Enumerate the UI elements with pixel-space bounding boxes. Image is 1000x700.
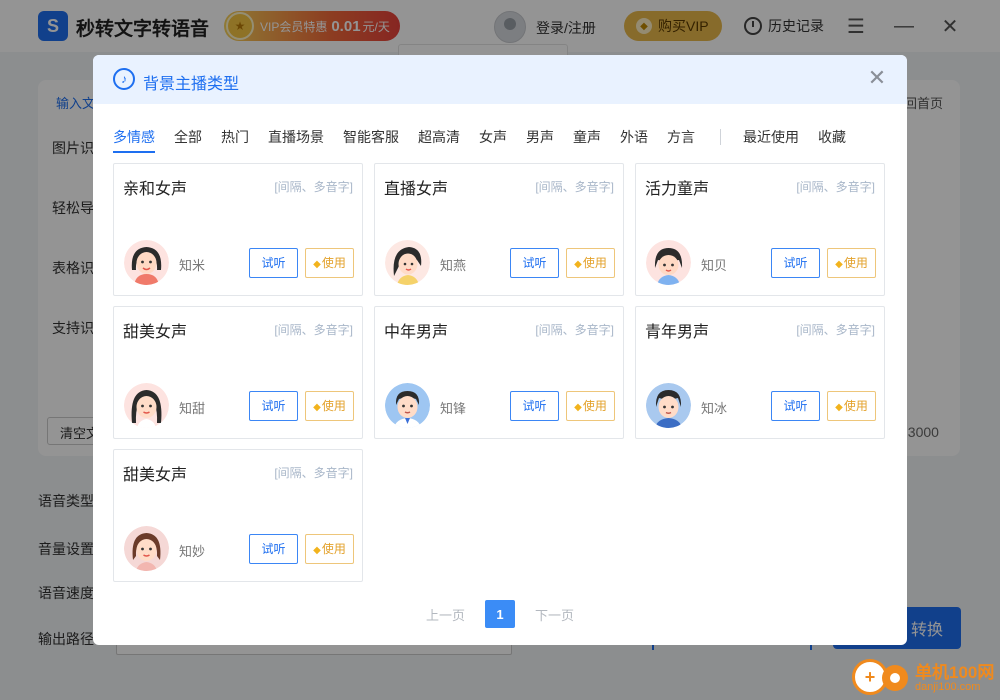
tab-live-scene[interactable]: 直播场景 xyxy=(268,127,324,153)
listen-button[interactable]: 试听 xyxy=(771,391,820,421)
tab-female[interactable]: 女声 xyxy=(479,127,507,153)
close-icon[interactable]: ✕ xyxy=(865,66,889,90)
prev-page-button[interactable]: 上一页 xyxy=(426,605,465,624)
tab-foreign[interactable]: 外语 xyxy=(620,127,648,153)
diamond-icon: ◆ xyxy=(835,402,843,413)
voice-card-title: 甜美女声 xyxy=(123,467,188,484)
voice-card-title: 亲和女声 xyxy=(123,181,188,198)
tab-smart-service[interactable]: 智能客服 xyxy=(343,127,399,153)
voice-name: 知甜 xyxy=(179,401,206,416)
listen-button[interactable]: 试听 xyxy=(510,391,559,421)
listen-button[interactable]: 试听 xyxy=(249,248,298,278)
listen-button[interactable]: 试听 xyxy=(249,391,298,421)
use-button[interactable]: ◆使用 xyxy=(827,248,876,278)
use-label: 使用 xyxy=(321,399,346,413)
next-page-button[interactable]: 下一页 xyxy=(535,605,574,624)
voice-card-tags: [间隔、多音字] xyxy=(274,323,353,337)
female-avatar-icon xyxy=(124,526,169,571)
use-button[interactable]: ◆使用 xyxy=(566,391,615,421)
use-label: 使用 xyxy=(321,542,346,556)
music-note-icon: ♪ xyxy=(113,68,135,90)
listen-button[interactable]: 试听 xyxy=(249,534,298,564)
voice-name: 知贝 xyxy=(701,258,728,273)
voice-card[interactable]: 青年男声 [间隔、多音字] 知冰 试听 ◆使用 xyxy=(635,306,885,439)
use-button[interactable]: ◆使用 xyxy=(305,391,354,421)
voice-name: 知锋 xyxy=(440,401,467,416)
tab-popular[interactable]: 热门 xyxy=(221,127,249,153)
use-label: 使用 xyxy=(582,256,607,270)
voice-card-title: 中年男声 xyxy=(384,324,449,341)
dialog-header: ♪ 背景主播类型 ✕ xyxy=(93,55,907,104)
voice-card[interactable]: 甜美女声 [间隔、多音字] 知妙 试听 ◆使用 xyxy=(113,449,363,582)
use-button[interactable]: ◆使用 xyxy=(827,391,876,421)
tab-dialect[interactable]: 方言 xyxy=(667,127,695,153)
male-avatar-icon xyxy=(385,383,430,428)
female-avatar-icon xyxy=(124,383,169,428)
voice-card-title: 直播女声 xyxy=(384,181,449,198)
diamond-icon: ◆ xyxy=(313,259,321,270)
voice-card-title: 活力童声 xyxy=(645,181,710,198)
voice-card-title: 甜美女声 xyxy=(123,324,188,341)
voice-name: 知冰 xyxy=(701,401,728,416)
listen-button[interactable]: 试听 xyxy=(510,248,559,278)
tab-child[interactable]: 童声 xyxy=(573,127,601,153)
diamond-icon: ◆ xyxy=(313,545,321,556)
tab-favorites[interactable]: 收藏 xyxy=(818,127,846,153)
voice-card[interactable]: 活力童声 [间隔、多音字] 知贝 试听 ◆使用 xyxy=(635,163,885,296)
use-button[interactable]: ◆使用 xyxy=(305,534,354,564)
watermark-text: 单机100网 xyxy=(915,663,995,682)
use-label: 使用 xyxy=(843,256,868,270)
tab-ultra-hd[interactable]: 超高清 xyxy=(418,127,460,153)
watermark-url: danji100.com xyxy=(915,681,981,693)
use-button[interactable]: ◆使用 xyxy=(305,248,354,278)
voice-card[interactable]: 直播女声 [间隔、多音字] 知燕 试听 ◆使用 xyxy=(374,163,624,296)
female-avatar-icon xyxy=(385,240,430,285)
voice-card[interactable]: 中年男声 [间隔、多音字] 知锋 试听 ◆使用 xyxy=(374,306,624,439)
use-label: 使用 xyxy=(321,256,346,270)
tab-recent[interactable]: 最近使用 xyxy=(743,127,799,153)
voice-name: 知米 xyxy=(179,258,206,273)
use-button[interactable]: ◆使用 xyxy=(566,248,615,278)
tab-divider xyxy=(720,129,721,145)
voice-card-tags: [间隔、多音字] xyxy=(535,323,614,337)
pagination: 上一页 1 下一页 xyxy=(93,600,907,628)
voice-card-tags: [间隔、多音字] xyxy=(274,466,353,480)
tab-male[interactable]: 男声 xyxy=(526,127,554,153)
voice-category-tabs: 多情感 全部 热门 直播场景 智能客服 超高清 女声 男声 童声 外语 方言 最… xyxy=(113,127,865,155)
diamond-icon: ◆ xyxy=(835,259,843,270)
use-label: 使用 xyxy=(582,399,607,413)
page-number-current[interactable]: 1 xyxy=(485,600,515,628)
voice-card-tags: [间隔、多音字] xyxy=(796,180,875,194)
tab-multi-emotion[interactable]: 多情感 xyxy=(113,127,155,153)
child-avatar-icon xyxy=(646,240,691,285)
voice-card-tags: [间隔、多音字] xyxy=(274,180,353,194)
listen-button[interactable]: 试听 xyxy=(771,248,820,278)
voice-card-tags: [间隔、多音字] xyxy=(535,180,614,194)
diamond-icon: ◆ xyxy=(574,259,582,270)
voice-card-tags: [间隔、多音字] xyxy=(796,323,875,337)
diamond-icon: ◆ xyxy=(313,402,321,413)
site-watermark: + 单机100网 danji100.com xyxy=(838,655,998,699)
tab-all[interactable]: 全部 xyxy=(174,127,202,153)
watermark-dot-icon xyxy=(882,665,908,691)
voice-card-title: 青年男声 xyxy=(645,324,710,341)
voice-card[interactable]: 甜美女声 [间隔、多音字] 知甜 试听 ◆使用 xyxy=(113,306,363,439)
voice-name: 知妙 xyxy=(179,544,206,559)
voice-anchor-dialog: ♪ 背景主播类型 ✕ 多情感 全部 热门 直播场景 智能客服 超高清 女声 男声… xyxy=(93,55,907,645)
use-label: 使用 xyxy=(843,399,868,413)
dialog-title: 背景主播类型 xyxy=(143,76,240,93)
voice-name: 知燕 xyxy=(440,258,467,273)
voice-card[interactable]: 亲和女声 [间隔、多音字] 知米 试听 ◆使用 xyxy=(113,163,363,296)
diamond-icon: ◆ xyxy=(574,402,582,413)
female-avatar-icon xyxy=(124,240,169,285)
male-avatar-icon xyxy=(646,383,691,428)
